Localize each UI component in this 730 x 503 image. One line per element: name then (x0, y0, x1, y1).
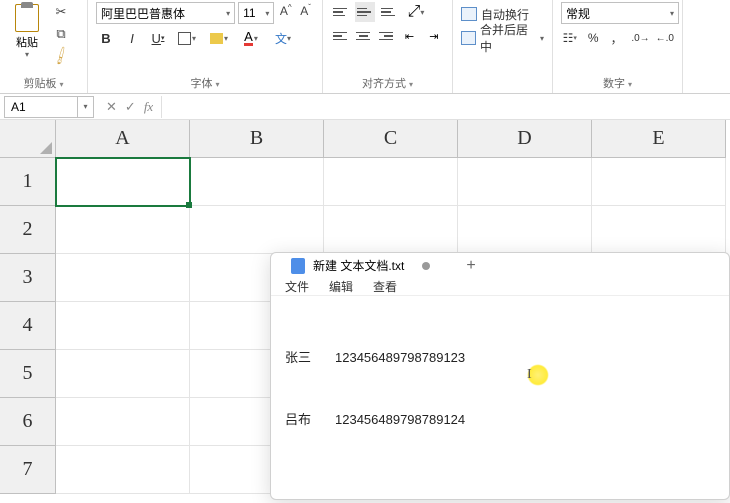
alignment-group: ⤢▾ ⇤ ⇥ 对齐方式 (323, 0, 453, 93)
notepad-titlebar[interactable]: 新建 文本文档.txt + (271, 253, 729, 278)
name-box-dropdown[interactable]: ▾ (78, 96, 94, 118)
bold-button[interactable]: B (96, 28, 116, 48)
cell[interactable] (56, 206, 190, 254)
decrease-decimal-button[interactable]: ←.0 (656, 28, 674, 48)
notepad-title: 新建 文本文档.txt (313, 257, 404, 274)
increase-indent-button[interactable]: ⇥ (424, 26, 444, 46)
row-header[interactable]: 1 (0, 158, 56, 206)
align-left-button[interactable] (331, 26, 350, 46)
paste-label: 粘贴 (16, 34, 38, 50)
notepad-tab[interactable]: 新建 文本文档.txt (279, 253, 442, 278)
align-bottom-button[interactable] (379, 2, 399, 22)
column-header[interactable]: B (190, 120, 324, 158)
cut-button[interactable]: ✂ (50, 2, 72, 22)
increase-decimal-button[interactable]: .0→ (631, 28, 649, 48)
font-name-select[interactable]: 阿里巴巴普惠体▾ (96, 2, 235, 24)
underline-button[interactable]: U▾ (148, 28, 168, 48)
align-middle-button[interactable] (355, 2, 375, 22)
cell[interactable] (56, 158, 190, 206)
align-top-button[interactable] (331, 2, 351, 22)
row-header[interactable]: 2 (0, 206, 56, 254)
increase-font-button[interactable]: A^ (277, 3, 294, 23)
menu-file[interactable]: 文件 (285, 278, 309, 295)
cell[interactable] (324, 158, 458, 206)
column-header[interactable]: E (592, 120, 726, 158)
text-cursor-highlight: I (527, 364, 549, 386)
formula-input[interactable] (161, 96, 730, 118)
paste-icon (15, 4, 39, 32)
fill-color-button[interactable]: ▾ (206, 28, 232, 48)
font-color-button[interactable]: A▾ (238, 28, 264, 48)
align-center-button[interactable] (354, 26, 373, 46)
row-header[interactable]: 3 (0, 254, 56, 302)
orientation-button[interactable]: ⤢▾ (403, 2, 429, 22)
cell[interactable] (56, 302, 190, 350)
row-header[interactable]: 6 (0, 398, 56, 446)
number-group-label: 数字 (561, 73, 674, 93)
number-group: 常规▾ ☷▾ % ， .0→ ←.0 数字 (553, 0, 683, 93)
wrap-merge-group: 自动换行 合并后居中▾ (453, 0, 553, 93)
column-header[interactable]: A (56, 120, 190, 158)
column-header[interactable]: D (458, 120, 592, 158)
menu-edit[interactable]: 编辑 (329, 278, 353, 295)
clipboard-group: 粘贴 ▾ ✂ ⧉ 🖌 剪贴板 (0, 0, 88, 93)
paste-button[interactable]: 粘贴 ▾ (8, 2, 46, 66)
column-header[interactable]: C (324, 120, 458, 158)
ibeam-cursor-icon: I (527, 364, 549, 386)
row-header[interactable]: 4 (0, 302, 56, 350)
comma-button[interactable]: ， (608, 28, 625, 48)
cell[interactable] (56, 446, 190, 494)
font-group: 阿里巴巴普惠体▾ 11▾ A^ Aˇ B I U▾ ▾ ▾ A▾ 文▾ 字体 (88, 0, 323, 93)
ribbon: 粘贴 ▾ ✂ ⧉ 🖌 剪贴板 阿里巴巴普惠体▾ 11▾ A^ Aˇ B I U▾… (0, 0, 730, 94)
cell[interactable] (56, 350, 190, 398)
row-header[interactable]: 5 (0, 350, 56, 398)
modified-indicator-icon (422, 262, 430, 270)
accept-formula-button[interactable]: ✓ (125, 99, 136, 115)
notepad-menu: 文件 编辑 查看 (271, 278, 729, 296)
merge-center-button[interactable]: 合并后居中▾ (461, 26, 544, 50)
cell[interactable] (56, 398, 190, 446)
percent-button[interactable]: % (584, 28, 601, 48)
font-size-select[interactable]: 11▾ (238, 2, 274, 24)
name-box[interactable]: A1 (4, 96, 78, 118)
cell[interactable] (56, 254, 190, 302)
notepad-window[interactable]: 新建 文本文档.txt + 文件 编辑 查看 张三123456489798789… (270, 252, 730, 500)
cell[interactable] (592, 158, 726, 206)
accounting-format-button[interactable]: ☷▾ (561, 28, 578, 48)
number-format-select[interactable]: 常规▾ (561, 2, 679, 24)
row-header[interactable]: 7 (0, 446, 56, 494)
decrease-indent-button[interactable]: ⇤ (399, 26, 419, 46)
clipboard-group-label: 剪贴板 (8, 73, 79, 93)
decrease-font-button[interactable]: Aˇ (297, 3, 314, 23)
italic-button[interactable]: I (122, 28, 142, 48)
notepad-icon (291, 258, 305, 274)
insert-function-button[interactable]: fx (144, 99, 153, 115)
notepad-textarea[interactable]: 张三123456489798789123 吕布12345648979878912… (271, 296, 729, 503)
format-painter-button[interactable]: 🖌 (46, 42, 75, 70)
new-tab-button[interactable]: + (466, 257, 475, 275)
alignment-group-label: 对齐方式 (331, 73, 444, 93)
cell[interactable] (458, 158, 592, 206)
menu-view[interactable]: 查看 (373, 278, 397, 295)
chevron-down-icon: ▾ (25, 50, 29, 59)
font-group-label: 字体 (96, 73, 314, 93)
cancel-formula-button[interactable]: ✕ (106, 99, 117, 115)
cell[interactable] (458, 206, 592, 254)
cell[interactable] (190, 158, 324, 206)
align-right-button[interactable] (377, 26, 396, 46)
cell[interactable] (324, 206, 458, 254)
copy-button[interactable]: ⧉ (50, 24, 72, 44)
formula-bar-row: A1 ▾ ✕ ✓ fx (0, 94, 730, 120)
borders-button[interactable]: ▾ (174, 28, 200, 48)
cell[interactable] (190, 206, 324, 254)
select-all-corner[interactable] (0, 120, 56, 158)
phonetic-button[interactable]: 文▾ (270, 28, 296, 48)
cell[interactable] (592, 206, 726, 254)
